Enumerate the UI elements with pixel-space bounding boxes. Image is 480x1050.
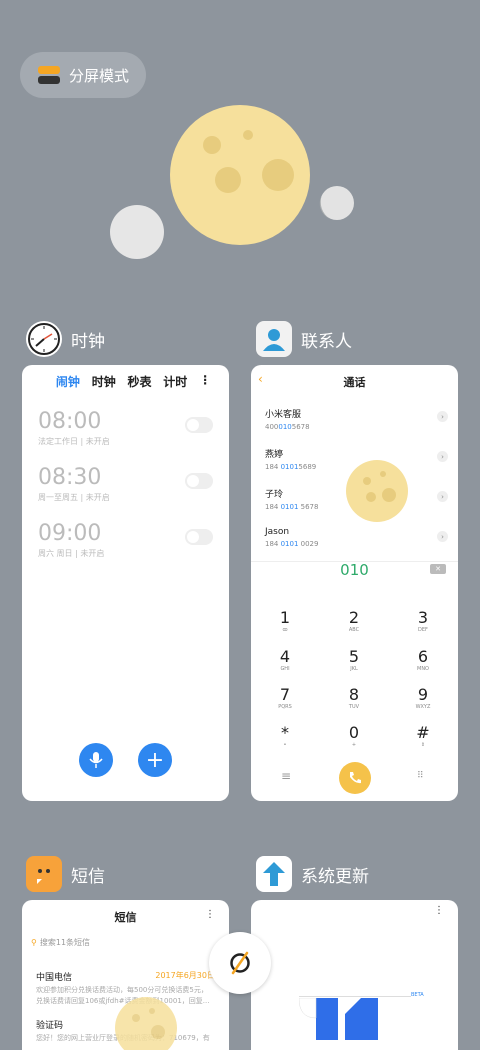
dial-key[interactable]: * •	[255, 723, 315, 748]
call-arrow-icon[interactable]: ›	[437, 531, 448, 542]
sms-app-icon	[26, 856, 62, 892]
more-menu-icon[interactable]: ⋮	[434, 905, 444, 916]
update-app-name: 系统更新	[301, 866, 369, 887]
contacts-app-name: 联系人	[301, 331, 352, 352]
add-alarm-button[interactable]: +	[138, 743, 172, 777]
sms-app-name: 短信	[71, 866, 105, 887]
alarm-repeat: 周六 周日 | 未开启	[38, 549, 105, 558]
contacts-app-icon	[256, 321, 292, 357]
call-arrow-icon[interactable]: ›	[437, 451, 448, 462]
split-screen-label: 分屏模式	[69, 66, 130, 85]
clock-tabs: 闹钟 时钟 秒表 计时 ⋮	[22, 365, 229, 390]
alarm-item[interactable]: 08:30 周一至周五 | 未开启	[38, 465, 213, 503]
dial-key[interactable]: 5 JKL	[324, 647, 384, 672]
contacts-app-card[interactable]: ‹ 通话 小米客服 4000105678 › 燕婷 184 01015689 ›…	[251, 365, 458, 801]
more-menu-icon[interactable]: ⋮	[205, 909, 215, 920]
miui-logo-graphic	[299, 998, 378, 1040]
contact-item[interactable]: 小米客服 4000105678 ›	[265, 407, 448, 431]
clock-app-name: 时钟	[71, 331, 105, 352]
beta-badge: BETA	[411, 992, 424, 998]
search-icon: ⚲	[31, 938, 37, 947]
contact-item[interactable]: Jason 184 0101 0029 ›	[265, 527, 448, 548]
voice-alarm-button[interactable]	[79, 743, 113, 777]
phone-icon	[350, 772, 361, 784]
microphone-icon	[89, 752, 103, 768]
alarm-toggle[interactable]	[185, 473, 213, 489]
clock-app-header: 时钟	[26, 321, 105, 357]
sms-app-header: 短信	[26, 856, 105, 892]
contacts-app-header: 联系人	[256, 321, 352, 357]
update-app-icon	[256, 856, 292, 892]
more-menu-icon[interactable]: ⋮	[199, 373, 211, 390]
dial-key[interactable]: 1ꝏ	[255, 608, 315, 633]
alarm-item[interactable]: 08:00 法定工作日 | 未开启	[38, 409, 213, 447]
moon-watermark	[346, 460, 408, 522]
update-app-card[interactable]: ⋮ BETA	[251, 900, 458, 1050]
plus-icon: +	[145, 747, 165, 773]
clock-app-card[interactable]: 闹钟 时钟 秒表 计时 ⋮ 08:00 法定工作日 | 未开启 08:30 周一…	[22, 365, 229, 801]
dial-key[interactable]: 9 WXYZ	[393, 685, 453, 710]
alarm-toggle[interactable]	[185, 529, 213, 545]
dial-key[interactable]: 7 PQRS	[255, 685, 315, 710]
alarm-repeat: 周一至周五 | 未开启	[38, 493, 110, 502]
split-screen-button[interactable]: 分屏模式	[20, 52, 146, 98]
contact-number: 4000105678	[265, 423, 310, 431]
contact-name: Jason	[265, 527, 290, 537]
tab-timer[interactable]: 计时	[163, 373, 187, 390]
message-body: 欢迎参加积分兑换话费活动，每500分可兑换话费5元，	[36, 986, 208, 994]
dial-key[interactable]: 8 TUV	[324, 685, 384, 710]
keypad-icon[interactable]: ⠿	[417, 771, 424, 781]
clear-all-icon	[230, 951, 250, 975]
alarm-toggle[interactable]	[185, 417, 213, 433]
tab-stopwatch[interactable]: 秒表	[127, 373, 151, 390]
clock-app-icon	[26, 321, 62, 357]
dialed-number: 010	[340, 561, 369, 579]
moon-watermark	[115, 997, 177, 1050]
dial-key[interactable]: 3 DEF	[393, 608, 453, 633]
message-date: 2017年6月30日	[155, 971, 215, 980]
tab-alarm[interactable]: 闹钟	[56, 373, 80, 390]
update-app-header: 系统更新	[256, 856, 369, 892]
split-screen-icon	[38, 66, 60, 84]
dial-key[interactable]: 6 MNO	[393, 647, 453, 672]
call-button[interactable]	[339, 762, 371, 794]
dial-key[interactable]: 4 GHI	[255, 647, 315, 672]
call-arrow-icon[interactable]: ›	[437, 411, 448, 422]
menu-icon[interactable]: ≡	[281, 769, 291, 783]
clear-all-button[interactable]	[209, 932, 271, 994]
call-arrow-icon[interactable]: ›	[437, 491, 448, 502]
moon-illustration	[110, 105, 354, 259]
sms-search[interactable]: ⚲ 搜索11条短信	[31, 937, 90, 948]
backspace-icon[interactable]: ✕	[430, 564, 446, 574]
sms-title: 短信	[114, 911, 137, 924]
tab-clock[interactable]: 时钟	[92, 373, 116, 390]
contact-number: 184 0101 0029	[265, 540, 319, 548]
contact-name: 小米客服	[265, 410, 302, 420]
sms-app-card[interactable]: 短信 ⋮ ⚲ 搜索11条短信 中国电信 2017年6月30日 欢迎参加积分兑换话…	[22, 900, 229, 1050]
sms-search-placeholder: 搜索11条短信	[39, 938, 91, 947]
alarm-repeat: 法定工作日 | 未开启	[38, 437, 110, 446]
alarm-item[interactable]: 09:00 周六 周日 | 未开启	[38, 521, 213, 559]
call-title: 通话	[343, 376, 366, 389]
dial-key[interactable]: 2 ABC	[324, 608, 384, 633]
dial-key[interactable]: # ⇕	[393, 723, 453, 748]
dial-key[interactable]: 0 +	[324, 723, 384, 748]
